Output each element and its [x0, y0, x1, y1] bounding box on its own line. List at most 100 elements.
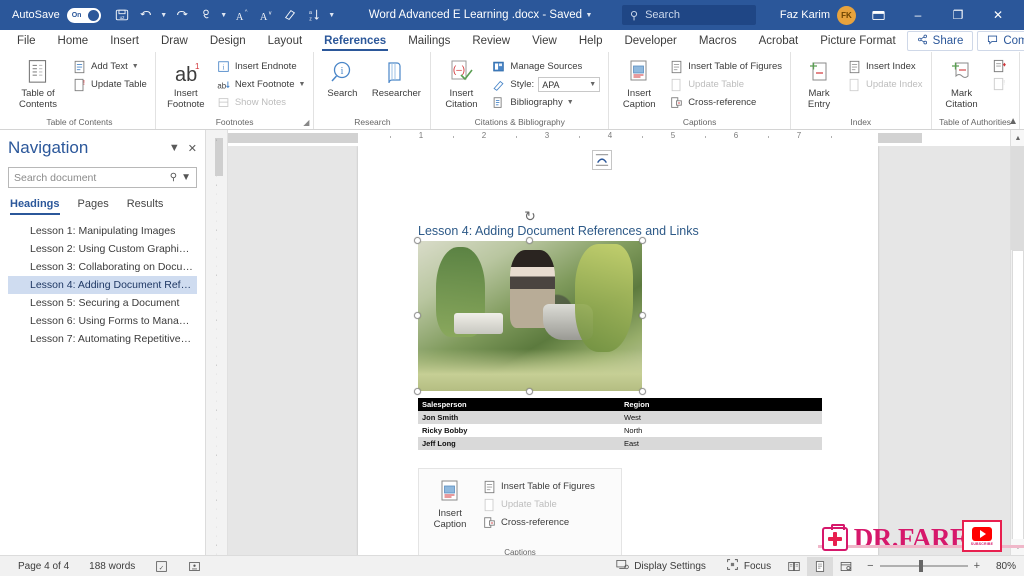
table-row[interactable]: Jon Smith West — [418, 411, 822, 424]
insert-footnote-button[interactable]: ab 1 Insert Footnote — [161, 56, 211, 110]
zoom-in-button[interactable]: + — [974, 560, 980, 572]
manage-sources-button[interactable]: Manage Sources — [488, 58, 603, 75]
resize-handle-sw[interactable] — [414, 388, 421, 395]
scroll-track-upper[interactable] — [1011, 146, 1024, 250]
zoom-track[interactable] — [879, 560, 968, 572]
tab-home[interactable]: Home — [47, 30, 100, 52]
tab-draw[interactable]: Draw — [150, 30, 199, 52]
ribbon-display-options-icon[interactable] — [858, 0, 898, 30]
close-button[interactable]: ✕ — [978, 0, 1018, 30]
tab-file[interactable]: File — [6, 30, 47, 52]
comments-button[interactable]: Comments — [977, 31, 1024, 51]
zoom-slider[interactable]: − + — [859, 560, 988, 572]
nav-tab-headings[interactable]: Headings — [10, 198, 60, 215]
web-layout-view-button[interactable] — [833, 557, 859, 576]
add-text-caret-icon[interactable]: ▼ — [132, 63, 139, 70]
avatar[interactable]: FK — [837, 5, 856, 25]
vertical-ruler[interactable]: · · · · · · · · · · · · · · · · · · · · · · · · · · · · · · · · · · · · · · · ·… — [206, 130, 228, 558]
insert-table-of-authorities-button[interactable]: ♦ — [989, 58, 1014, 75]
tab-view[interactable]: View — [521, 30, 568, 52]
share-button[interactable]: Share — [906, 31, 974, 51]
nav-heading-item[interactable]: Lesson 5: Securing a Document — [8, 294, 197, 312]
tab-design[interactable]: Design — [199, 30, 257, 52]
autosave-toggle[interactable]: On — [66, 7, 101, 23]
citation-style-select[interactable]: APA ▼ — [538, 77, 601, 92]
tab-macros[interactable]: Macros — [688, 30, 748, 52]
researcher-button[interactable]: Researcher — [367, 56, 425, 99]
read-mode-view-button[interactable] — [781, 557, 807, 576]
touch-mode-icon[interactable] — [195, 4, 217, 26]
scroll-down-icon[interactable]: ▼ — [1011, 539, 1024, 555]
undo-dropdown-caret[interactable]: ▼ — [159, 12, 169, 19]
tab-insert[interactable]: Insert — [99, 30, 150, 52]
collapse-ribbon-icon[interactable]: ▲ — [1008, 116, 1018, 127]
grow-font-icon[interactable]: A ^ — [231, 4, 253, 26]
word-count[interactable]: 188 words — [79, 561, 145, 572]
insert-caption-button[interactable]: Insert Caption — [614, 56, 664, 110]
sort-icon[interactable]: az — [303, 4, 325, 26]
table-row[interactable]: Jeff Long East — [418, 437, 822, 450]
restore-button[interactable]: ❐ — [938, 0, 978, 30]
resize-handle-nw[interactable] — [414, 237, 421, 244]
tab-help[interactable]: Help — [568, 30, 614, 52]
zoom-level-label[interactable]: 80% — [988, 561, 1016, 572]
minimize-button[interactable]: – — [898, 0, 938, 30]
tab-picture-format[interactable]: Picture Format — [809, 30, 906, 52]
nav-heading-item-selected[interactable]: Lesson 4: Adding Document Refere... — [8, 276, 197, 294]
nav-heading-item[interactable]: Lesson 7: Automating Repetitive Tas... — [8, 330, 197, 348]
resize-handle-n[interactable] — [526, 237, 533, 244]
nav-tab-results[interactable]: Results — [127, 198, 164, 215]
add-text-button[interactable]: Add Text ▼ — [69, 58, 150, 75]
selected-image-frame[interactable]: ↻ — [414, 208, 646, 395]
nav-heading-item[interactable]: Lesson 2: Using Custom Graphic Ele... — [8, 240, 197, 258]
print-layout-view-button[interactable] — [807, 556, 834, 576]
tab-developer[interactable]: Developer — [613, 30, 687, 52]
nav-heading-item[interactable]: Lesson 3: Collaborating on Docume... — [8, 258, 197, 276]
nav-heading-item[interactable]: Lesson 6: Using Forms to Manage C... — [8, 312, 197, 330]
navigation-options-caret-icon[interactable]: ▼ — [169, 142, 180, 154]
resize-handle-ne[interactable] — [639, 237, 646, 244]
customize-quick-access-toolbar-icon[interactable]: ▼ — [327, 12, 337, 19]
nav-tab-pages[interactable]: Pages — [78, 198, 109, 215]
document-page[interactable]: Lesson 4: Adding Document References and… — [358, 146, 878, 555]
document-heading-lesson4[interactable]: Lesson 4: Adding Document References and… — [418, 224, 699, 238]
zoom-thumb[interactable] — [919, 560, 924, 572]
next-footnote-button[interactable]: ab Next Footnote ▼ — [213, 76, 309, 93]
navigation-close-icon[interactable]: ✕ — [188, 142, 197, 155]
table-row[interactable]: Ricky Bobby North — [418, 424, 822, 437]
scroll-up-icon[interactable]: ▲ — [1011, 130, 1024, 146]
mark-citation-button[interactable]: Mark Citation — [937, 56, 987, 110]
search-research-button[interactable]: i Search — [319, 56, 365, 99]
proofing-errors-icon[interactable]: ✓ — [145, 560, 178, 573]
scrollbar-thumb[interactable] — [1012, 250, 1024, 550]
table-of-contents-button[interactable]: Table of Contents — [9, 56, 67, 110]
search-icon[interactable]: ⚲ — [170, 172, 177, 183]
tab-layout[interactable]: Layout — [257, 30, 314, 52]
tab-references[interactable]: References — [313, 30, 397, 52]
save-icon[interactable]: u2 — [111, 4, 133, 26]
document-title-caret[interactable]: ▼ — [584, 12, 594, 19]
citation-style-row[interactable]: Style: APA ▼ — [488, 76, 603, 93]
document-canvas[interactable]: Lesson 4: Adding Document References and… — [228, 146, 1010, 555]
format-painter-icon[interactable] — [279, 4, 301, 26]
page-indicator[interactable]: Page 4 of 4 — [8, 561, 79, 572]
tab-acrobat[interactable]: Acrobat — [748, 30, 810, 52]
account-area[interactable]: Faz Karim FK — [780, 5, 856, 25]
embedded-captions-screenshot[interactable]: Insert Caption Insert Table of Figures U… — [418, 468, 622, 555]
tab-review[interactable]: Review — [461, 30, 521, 52]
insert-index-button[interactable]: Insert Index — [844, 58, 926, 75]
update-table-button[interactable]: ! Update Table — [69, 76, 150, 93]
shrink-font-icon[interactable]: A ∨ — [255, 4, 277, 26]
accessibility-checker-icon[interactable] — [178, 560, 211, 573]
undo-icon[interactable] — [135, 4, 157, 26]
insert-table-of-figures-button[interactable]: Insert Table of Figures — [666, 58, 785, 75]
cross-reference-button[interactable]: Cross-reference — [666, 94, 785, 111]
resize-handle-s[interactable] — [526, 388, 533, 395]
navigation-search-input[interactable]: Search document ⚲ ▼ — [8, 167, 197, 188]
redo-icon[interactable] — [171, 4, 193, 26]
insert-citation-button[interactable]: (–) Insert Citation — [436, 56, 486, 110]
resize-handle-se[interactable] — [639, 388, 646, 395]
resize-handle-w[interactable] — [414, 312, 421, 319]
next-footnote-caret-icon[interactable]: ▼ — [298, 81, 305, 88]
bibliography-caret-icon[interactable]: ▼ — [567, 99, 574, 106]
